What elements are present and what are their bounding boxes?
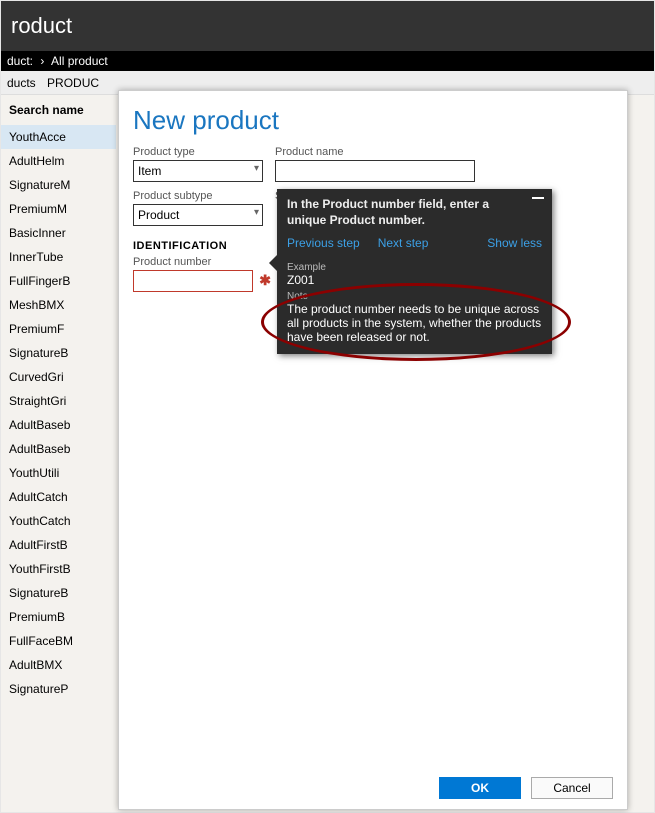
product-list: Search name YouthAcceAdultHelmSignatureM… [1,95,116,701]
example-label: Example [287,262,542,273]
list-item[interactable]: AdultBaseb [1,437,116,461]
cancel-button[interactable]: Cancel [531,777,613,799]
ok-button[interactable]: OK [439,777,521,799]
identification-section-header: IDENTIFICATION [133,240,275,252]
list-item[interactable]: YouthUtili [1,461,116,485]
product-type-select[interactable]: Item [133,160,263,182]
window-title: roduct [1,1,654,51]
list-item[interactable]: CurvedGri [1,365,116,389]
guidance-tooltip: In the Product number field, enter a uni… [277,189,552,354]
previous-step-link[interactable]: Previous step [287,236,360,250]
list-item[interactable]: AdultCatch [1,485,116,509]
list-item[interactable]: AdultHelm [1,149,116,173]
next-step-link[interactable]: Next step [378,236,429,250]
example-value: Z001 [287,273,542,287]
product-number-input[interactable] [133,270,253,292]
list-item[interactable]: FullFaceBM [1,629,116,653]
list-item[interactable]: YouthCatch [1,509,116,533]
product-subtype-label: Product subtype [133,190,263,202]
show-less-link[interactable]: Show less [487,236,542,250]
list-item[interactable]: YouthFirstB [1,557,116,581]
list-header: Search name [1,95,116,125]
tab-product[interactable]: PRODUC [47,76,99,90]
product-type-label: Product type [133,146,263,158]
breadcrumb-seg2[interactable]: All product [51,54,108,68]
breadcrumb-seg1[interactable]: duct: [7,54,33,68]
note-value: The product number needs to be unique ac… [287,302,542,344]
minimize-icon[interactable] [532,197,544,199]
list-item[interactable]: AdultBaseb [1,413,116,437]
list-item[interactable]: SignatureB [1,341,116,365]
product-subtype-select[interactable]: Product [133,204,263,226]
product-number-label: Product number [133,256,275,268]
list-item[interactable]: FullFingerB [1,269,116,293]
list-item[interactable]: YouthAcce [1,125,116,149]
breadcrumb: duct: › All product [1,51,654,71]
product-name-input[interactable] [275,160,475,182]
list-item[interactable]: PremiumM [1,197,116,221]
note-label: Note [287,291,542,302]
tooltip-message: In the Product number field, enter a uni… [287,197,489,227]
dialog-title: New product [133,105,613,136]
tooltip-arrow-icon [269,255,277,271]
list-item[interactable]: SignatureB [1,581,116,605]
chevron-right-icon: › [40,54,44,68]
list-item[interactable]: InnerTube [1,245,116,269]
list-item[interactable]: PremiumB [1,605,116,629]
list-item[interactable]: AdultFirstB [1,533,116,557]
list-item[interactable]: StraightGri [1,389,116,413]
required-asterisk-icon: ✱ [259,272,271,289]
list-item[interactable]: MeshBMX [1,293,116,317]
list-item[interactable]: BasicInner [1,221,116,245]
list-item[interactable]: SignatureP [1,677,116,701]
list-item[interactable]: PremiumF [1,317,116,341]
list-item[interactable]: AdultBMX [1,653,116,677]
tab-products[interactable]: ducts [7,76,36,90]
product-name-label: Product name [275,146,475,158]
list-item[interactable]: SignatureM [1,173,116,197]
